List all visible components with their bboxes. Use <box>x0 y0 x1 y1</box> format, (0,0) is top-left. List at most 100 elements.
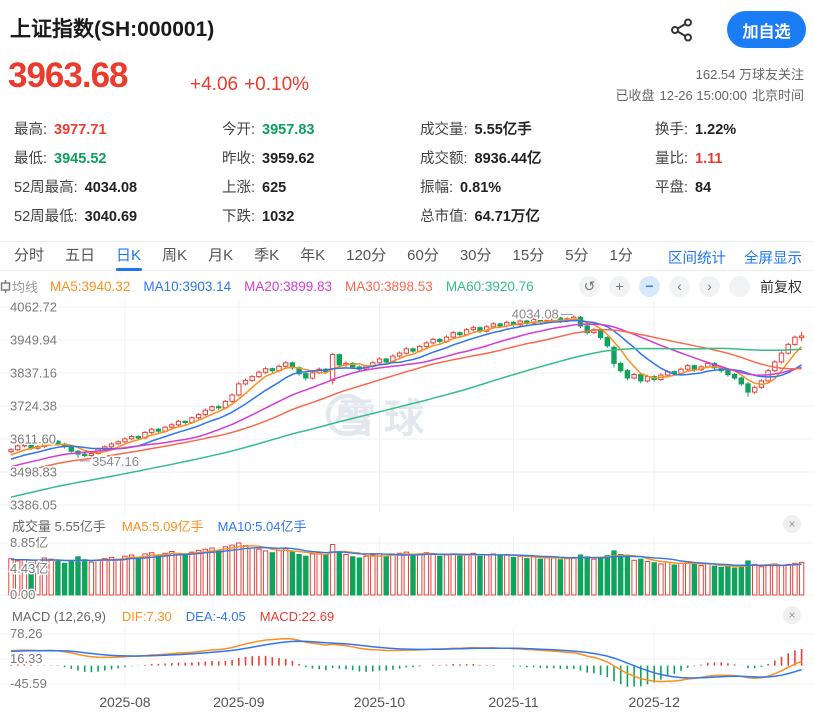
stat-label: 量比: <box>655 151 688 167</box>
ma-legend-row: 均线 MA5:3940.32MA10:3903.14MA20:3899.83MA… <box>0 274 814 299</box>
stat-value: 3977.71 <box>54 122 106 138</box>
macd-value-label: DEA:-4.05 <box>186 609 246 624</box>
stat-item: 成交额: 8936.44亿 <box>420 145 655 174</box>
stat-item: 平盘: 84 <box>655 174 806 203</box>
ma-prefix-label: 均线 <box>12 277 38 296</box>
close-macd-pane-button[interactable]: × <box>783 606 801 624</box>
tab-周K[interactable]: 周K <box>162 241 187 271</box>
current-price: 3963.68 <box>8 56 128 96</box>
stat-value: 3040.69 <box>85 209 137 225</box>
stat-value: 1.11 <box>695 151 722 167</box>
close-volume-pane-button[interactable]: × <box>783 515 801 533</box>
volume-ma-items: MA5:5.09亿手MA10:5.04亿手 <box>122 516 321 535</box>
tab-60分[interactable]: 60分 <box>407 241 439 271</box>
period-tab-bar: 分时五日日K 周K 月K 季K 年K 120分 60分 30分 15分 5分 1分 区间统计全屏显示 <box>0 241 814 271</box>
timezone-label: 北京时间 <box>752 88 804 103</box>
stat-item: 52周最高:4034.08 <box>14 174 222 203</box>
volume-ma-label: MA5:5.09亿手 <box>122 516 204 535</box>
tab-五日[interactable]: 五日 <box>65 241 95 271</box>
svg-text:16.33: 16.33 <box>10 651 43 666</box>
stat-label: 成交额: <box>420 151 468 167</box>
pan-left-button[interactable]: ‹ <box>669 276 690 297</box>
stat-value: 0.81% <box>460 180 501 196</box>
stat-item: 量比: 1.11 <box>655 145 806 174</box>
stat-value: 3959.62 <box>262 151 314 167</box>
stat-label: 52周最高: <box>14 180 78 196</box>
stat-value: 8936.44亿 <box>475 151 542 167</box>
candle-style-button[interactable] <box>729 276 750 297</box>
low-annotation: 3547.16 <box>92 454 139 469</box>
stat-value: 84 <box>695 180 711 196</box>
x-axis-label: 2025-09 <box>213 694 264 710</box>
share-icon-glyph <box>668 16 696 44</box>
stat-item: 成交量:5.55亿手 <box>420 116 655 145</box>
x-axis: 2025-082025-092025-102025-112025-12 <box>0 690 814 715</box>
link-全屏显示[interactable]: 全屏显示 <box>744 247 802 268</box>
stat-item: 最低:3945.52 <box>14 145 222 174</box>
tab-5分[interactable]: 5分 <box>565 241 588 271</box>
stats-grid: 最高:3977.71最低:3945.5252周最高:4034.0852周最低:3… <box>14 116 806 232</box>
stat-value: 3957.83 <box>262 122 314 138</box>
price-change: +4.06+0.10% <box>190 74 315 96</box>
page-title: 上证指数(SH:000001) <box>10 13 214 43</box>
tab-120分[interactable]: 120分 <box>346 241 386 271</box>
stat-label: 下跌: <box>222 209 255 225</box>
reset-zoom-button[interactable]: ↺ <box>579 276 600 297</box>
candlestick-icon <box>0 280 11 293</box>
macd-value-label: DIF:7.30 <box>122 609 172 624</box>
stat-label: 总市值: <box>420 209 468 225</box>
tab-1分[interactable]: 1分 <box>610 241 633 271</box>
ma-legend-item: MA60:3920.76 <box>446 279 534 294</box>
stat-label: 上涨: <box>222 180 255 196</box>
stat-value: 1032 <box>262 209 294 225</box>
followers-count: 162.54 万球友关注 <box>611 64 805 85</box>
svg-text:-45.59: -45.59 <box>10 676 47 690</box>
stat-label: 平盘: <box>655 180 688 196</box>
stat-item: 昨收:3959.62 <box>222 145 420 174</box>
stat-label: 成交量: <box>420 122 468 138</box>
candlestick-chart[interactable]: 4062.723949.943837.163724.383611.603498.… <box>0 300 814 512</box>
ma-legend-item: MA5:3940.32 <box>50 279 130 294</box>
stat-item: 下跌: 1032 <box>222 203 420 232</box>
svg-text:8.85亿: 8.85亿 <box>10 537 48 550</box>
zoom-out-button[interactable]: − <box>639 276 660 297</box>
x-axis-label: 2025-11 <box>488 694 538 710</box>
tab-links: 区间统计全屏显示 <box>650 242 802 272</box>
ma-legend-item: MA10:3903.14 <box>143 279 231 294</box>
tab-分时[interactable]: 分时 <box>14 241 44 271</box>
tab-30分[interactable]: 30分 <box>460 241 492 271</box>
stat-item: 52周最低:3040.69 <box>14 203 222 232</box>
stat-item: 上涨:625 <box>222 174 420 203</box>
x-axis-label: 2025-10 <box>354 694 405 710</box>
stat-item: 最高:3977.71 <box>14 116 222 145</box>
stats-column: 换手:1.22% 量比: 1.11 平盘: 84 <box>655 116 806 232</box>
zoom-in-button[interactable]: + <box>609 276 630 297</box>
svg-text:3498.83: 3498.83 <box>10 465 57 480</box>
stat-label: 最低: <box>14 151 47 167</box>
svg-text:4062.72: 4062.72 <box>10 300 57 315</box>
pan-right-button[interactable]: › <box>699 276 720 297</box>
volume-chart[interactable]: 8.85亿4.43亿0.00 <box>0 537 814 603</box>
tab-月K[interactable]: 月K <box>208 241 233 271</box>
tab-日K[interactable]: 日K <box>116 241 141 271</box>
add-watchlist-button[interactable]: 加自选 <box>727 11 806 48</box>
tab-季K[interactable]: 季K <box>254 241 279 271</box>
x-axis-label: 2025-12 <box>628 694 679 710</box>
stat-item: 换手:1.22% <box>655 116 806 145</box>
svg-text:3724.38: 3724.38 <box>10 399 57 414</box>
link-区间统计[interactable]: 区间统计 <box>668 247 726 268</box>
stat-label: 换手: <box>655 122 688 138</box>
svg-text:78.26: 78.26 <box>10 628 43 641</box>
tab-15分[interactable]: 15分 <box>513 241 545 271</box>
tab-年K[interactable]: 年K <box>300 241 325 271</box>
stat-item: 总市值:64.71万亿 <box>420 203 655 232</box>
stats-column: 最高:3977.71最低:3945.5252周最高:4034.0852周最低:3… <box>14 116 222 232</box>
macd-chart[interactable]: 78.26 16.33 -45.59 <box>0 628 814 690</box>
chart-toolbar: ↺ + − ‹ › 前复权 <box>570 276 802 297</box>
svg-text:3949.94: 3949.94 <box>10 333 57 348</box>
stat-item: 振幅:0.81% <box>420 174 655 203</box>
stat-label: 今开: <box>222 122 255 138</box>
share-icon[interactable] <box>668 16 696 44</box>
market-status: 已收盘12-26 15:00:00北京时间 <box>611 85 805 106</box>
adjust-mode-label[interactable]: 前复权 <box>760 277 802 297</box>
